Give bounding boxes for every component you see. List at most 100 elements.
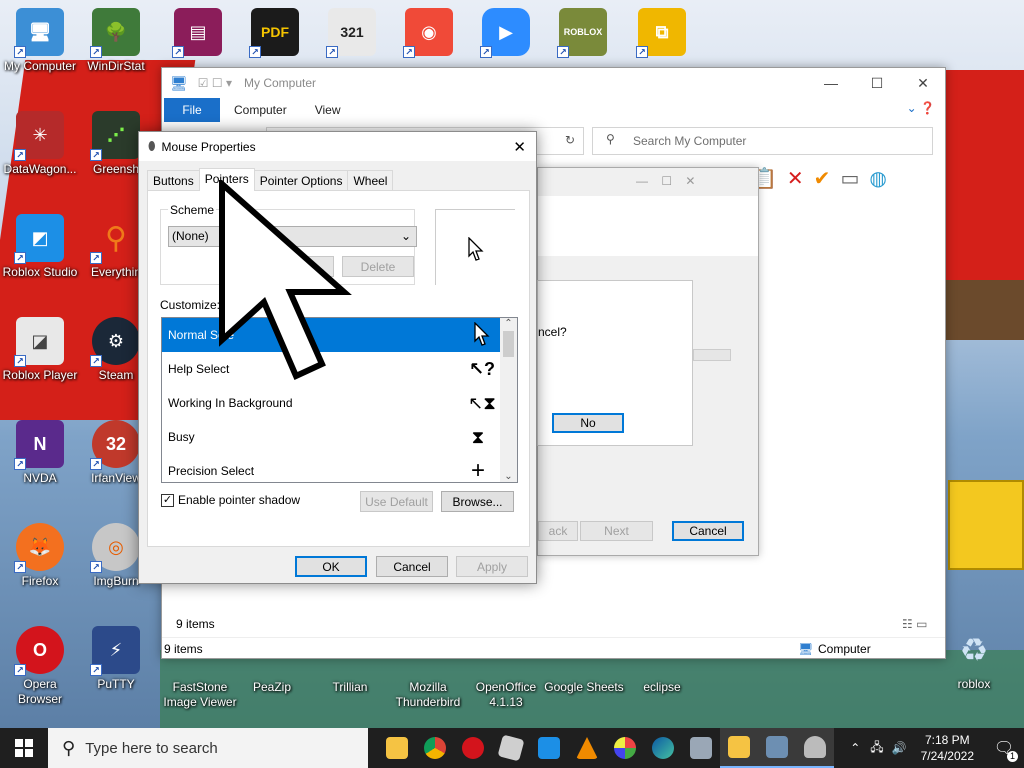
taskbar-settings-active[interactable] (758, 728, 796, 768)
clock[interactable]: 7:18 PM 7/24/2022 (911, 732, 984, 764)
browse-button[interactable]: Browse... (441, 491, 514, 512)
tab-file[interactable]: File (164, 98, 220, 122)
taskbar-roblox[interactable] (492, 728, 530, 768)
desktop-icon-firefox[interactable]: 🦊 ↗ Firefox (0, 523, 80, 589)
tab-pointer-options[interactable]: Pointer Options (253, 170, 349, 191)
items-count: 9 items (176, 617, 215, 631)
taskbar-opera[interactable] (454, 728, 492, 768)
view-toggle-icons[interactable]: ☷ ▭ (902, 617, 927, 631)
volume-icon[interactable]: 🔊 (888, 741, 911, 755)
list-scrollbar[interactable]: ⌃ ⌄ (500, 318, 517, 482)
desktop-icon-duplicate[interactable]: ⧉ ↗ (622, 8, 702, 59)
close-icon[interactable]: ✕ (513, 138, 526, 156)
desktop-icon-google-sheets[interactable]: Google Sheets (544, 655, 624, 695)
folder-icon (728, 736, 750, 758)
network-icon[interactable]: 🖧 (866, 738, 887, 759)
pointer-name: Working In Background (168, 396, 293, 410)
minimize-button[interactable]: — (808, 68, 854, 98)
tab-buttons[interactable]: Buttons (147, 170, 200, 191)
confirm-dialog: ncel? No (537, 280, 731, 446)
back-button[interactable]: ack (538, 521, 578, 541)
scheme-dropdown[interactable]: (None) ⌄ (168, 226, 417, 247)
taskbar-edge[interactable] (644, 728, 682, 768)
taskbar-explorer-active[interactable] (720, 728, 758, 768)
customize-label: Customize: (160, 298, 221, 312)
delete-button[interactable]: Delete (342, 256, 414, 277)
desktop-icon-eclipse[interactable]: eclipse (622, 655, 702, 695)
desktop-icon-recorder[interactable]: ◉ ↗ (389, 8, 469, 59)
network-icon[interactable]: ◍ (869, 166, 886, 191)
desktop-icon-my-computer[interactable]: 🖥 ↗ My Computer (0, 8, 80, 74)
desktop-icon-windirstat[interactable]: 🌳 ↗ WinDirStat (76, 8, 156, 74)
mouse-properties-dialog: ⬮ Mouse Properties ✕ Buttons Pointers Po… (138, 131, 537, 584)
desktop-icon-openoffice[interactable]: OpenOffice 4.1.13 (466, 655, 546, 710)
taskbar-chrome[interactable] (416, 728, 454, 768)
rename-icon[interactable]: ▭ (840, 166, 859, 191)
cancel-button[interactable]: Cancel (376, 556, 448, 577)
list-item[interactable]: Precision Select + (162, 454, 517, 482)
roblox-icon (497, 734, 525, 762)
chevron-up-icon[interactable]: ⌃ (844, 741, 866, 755)
taskbar-mouse-active[interactable] (796, 728, 834, 768)
desktop-icon-roblox-player[interactable]: ◪ ↗ Roblox Player (0, 317, 80, 383)
desktop-icon-opera[interactable]: O ↗ Opera Browser (0, 626, 80, 707)
explorer-title: My Computer (244, 76, 317, 90)
notification-button[interactable]: 🗨 1 (984, 728, 1024, 768)
taskbar-paint[interactable] (606, 728, 644, 768)
list-item[interactable]: Working In Background ↖⧗ (162, 386, 517, 420)
list-item[interactable]: Help Select ↖? (162, 352, 517, 386)
maximize-button[interactable]: ☐ (854, 68, 900, 98)
start-button[interactable] (0, 728, 48, 768)
desktop-icon-pdf[interactable]: PDF ↗ (235, 8, 315, 59)
apply-button[interactable]: Apply (456, 556, 528, 577)
explorer-search-input[interactable]: Search My Computer (592, 127, 933, 155)
desktop-icon-zoom[interactable]: ▶ ↗ (466, 8, 546, 59)
next-button[interactable]: Next (580, 521, 653, 541)
ribbon-tabs: File Computer View ⌄ ❓ (162, 98, 945, 122)
checkmark-icon[interactable]: ✔ (814, 166, 831, 191)
desktop-icon-recycle-bin[interactable]: ♻ roblox (934, 626, 1014, 692)
desktop-icon-mpc[interactable]: 321 ↗ (312, 8, 392, 59)
enable-shadow-checkbox[interactable]: ✓ Enable pointer shadow (161, 493, 300, 508)
delete-icon[interactable]: ✕ (787, 166, 804, 191)
pointer-list[interactable]: Normal Sele Help Select ↖? Working In Ba… (161, 317, 518, 483)
list-item[interactable]: Busy ⧗ (162, 420, 517, 454)
wizard-window-controls[interactable]: — ☐ ✕ (636, 174, 695, 188)
close-button[interactable]: ✕ (900, 68, 946, 98)
scroll-down-icon[interactable]: ⌄ (500, 471, 517, 482)
media-player-classic-icon: 321 ↗ (326, 8, 376, 58)
desktop-icon-trillian[interactable]: Trillian (310, 655, 390, 695)
taskbar-roblox-studio[interactable] (530, 728, 568, 768)
quick-access-toolbar[interactable]: ☑ ☐ ▾ (198, 76, 232, 90)
desktop-icon-roblox-studio[interactable]: ◩ ↗ Roblox Studio (0, 214, 80, 280)
desktop-icon-peazip[interactable]: PeaZip (232, 655, 312, 695)
help-icon[interactable]: ⌄ ❓ (907, 101, 935, 115)
refresh-icon[interactable]: ↻ (565, 133, 575, 147)
scroll-thumb[interactable] (503, 331, 514, 357)
desktop-icon-roblox-game[interactable]: ROBLOX ↗ (543, 8, 623, 59)
no-button[interactable]: No (552, 413, 624, 433)
desktop-icon-datawagon[interactable]: ✳ ↗ DataWagon... (0, 111, 80, 177)
taskbar-vlc[interactable] (568, 728, 606, 768)
taskbar-control-panel[interactable] (682, 728, 720, 768)
save-as-button[interactable]: s... (274, 256, 334, 277)
desktop-icon-nvda[interactable]: N ↗ NVDA (0, 420, 80, 486)
scroll-up-icon[interactable]: ⌃ (500, 318, 517, 329)
wizard-cancel-button[interactable]: Cancel (672, 521, 744, 541)
list-item[interactable]: Normal Sele (162, 318, 517, 352)
taskbar-search-input[interactable]: ⚲ Type here to search (48, 728, 368, 768)
tab-wheel[interactable]: Wheel (347, 170, 394, 191)
use-default-button[interactable]: Use Default (360, 491, 433, 512)
desktop-icon-thunderbird[interactable]: Mozilla Thunderbird (388, 655, 468, 710)
roblox-studio-icon: ◩ ↗ (14, 214, 64, 264)
tab-view[interactable]: View (301, 98, 355, 122)
everything-search-icon: ⚲ ↗ (90, 214, 140, 264)
checkbox-checked-icon[interactable]: ✓ (161, 494, 174, 508)
ok-button[interactable]: OK (295, 556, 367, 577)
tab-computer[interactable]: Computer (220, 98, 301, 122)
taskbar-file-explorer[interactable] (378, 728, 416, 768)
desktop-icon-label: WinDirStat (87, 59, 145, 73)
desktop-icon-winrar[interactable]: ▤ ↗ (158, 8, 238, 59)
desktop-icon-putty[interactable]: ⚡ ↗ PuTTY (76, 626, 156, 692)
tab-pointers[interactable]: Pointers (198, 168, 255, 191)
